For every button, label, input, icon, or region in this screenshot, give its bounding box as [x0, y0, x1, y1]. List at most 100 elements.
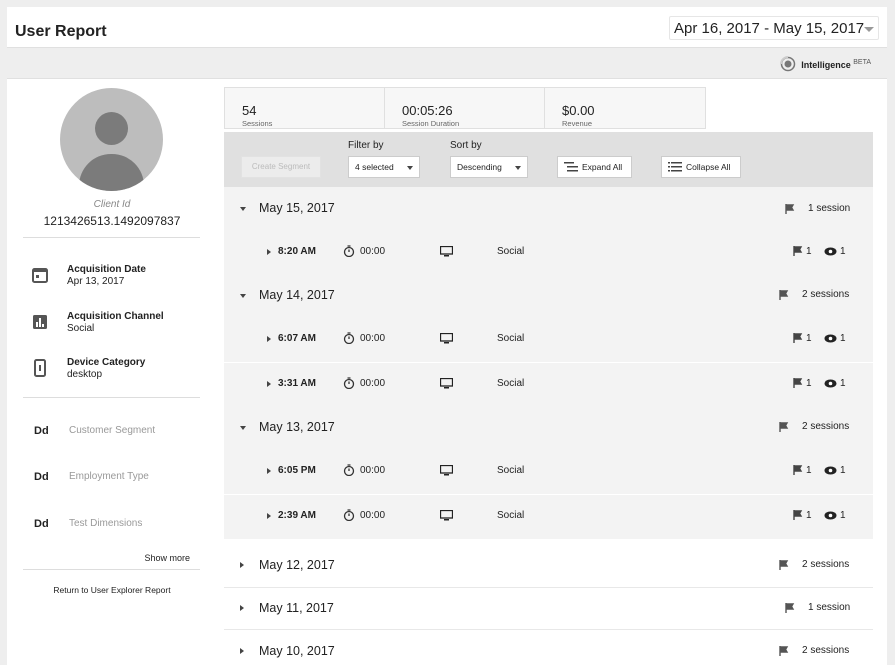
timer-icon [343, 509, 355, 521]
bar-chart-icon [33, 315, 47, 329]
expand-arrow-icon [267, 336, 271, 342]
pageview-count: 1 [840, 378, 846, 389]
session-count: 2 sessions [802, 645, 850, 656]
eye-icon [824, 466, 837, 475]
event-count: 1 [806, 378, 812, 389]
beta-badge: BETA [853, 58, 871, 66]
divider [23, 237, 200, 238]
return-to-user-explorer-link[interactable]: Return to User Explorer Report [7, 585, 217, 595]
day-header[interactable]: May 13, 2017 2 sessions [224, 407, 873, 450]
chevron-down-icon [864, 27, 874, 32]
stat-session-duration: 00:05:26 Session Duration [385, 88, 545, 128]
filter-value: 4 selected [355, 162, 394, 172]
desktop-icon [440, 378, 453, 389]
date-range-picker[interactable]: Apr 16, 2017 - May 15, 2017 [669, 16, 879, 40]
session-row[interactable]: 3:31 AM 00:00 Social 1 1 [224, 363, 873, 407]
day-header[interactable]: May 10, 2017 2 sessions [224, 629, 873, 665]
session-row[interactable]: 6:05 PM 00:00 Social 1 1 [224, 450, 873, 494]
dimension-label: Test Dimensions [69, 518, 143, 529]
device-category-value: desktop [67, 369, 103, 380]
expand-arrow-icon [267, 513, 271, 519]
flag-icon [779, 560, 789, 570]
day-date: May 10, 2017 [259, 644, 335, 658]
collapse-all-button[interactable]: Collapse All [661, 156, 741, 178]
session-row[interactable]: 8:20 AM 00:00 Social 1 1 [224, 231, 873, 275]
intelligence-bar: Intelligence BETA [7, 47, 887, 79]
day-header[interactable]: May 15, 2017 1 session [224, 187, 873, 231]
expand-all-button[interactable]: Expand All [557, 156, 632, 178]
collapse-arrow-icon [240, 294, 246, 298]
eye-icon [824, 379, 837, 388]
event-count: 1 [806, 465, 812, 476]
eye-icon [824, 334, 837, 343]
day-date: May 14, 2017 [259, 288, 335, 302]
expand-arrow-icon [240, 648, 244, 654]
stat-sessions: 54 Sessions [225, 88, 385, 128]
user-profile-panel: Client Id 1213426513.1492097837 Acquisit… [7, 80, 217, 665]
session-time: 6:07 AM [278, 333, 316, 344]
client-id-value: 1213426513.1492097837 [43, 214, 181, 228]
day-header[interactable]: May 11, 2017 1 session [224, 587, 873, 630]
flag-icon [793, 246, 803, 256]
session-count: 2 sessions [802, 559, 850, 570]
stat-value: 00:05:26 [402, 103, 453, 118]
list-icon [668, 162, 682, 172]
stat-value: $0.00 [562, 103, 595, 118]
timer-icon [343, 464, 355, 476]
event-count: 1 [806, 246, 812, 257]
intelligence-button[interactable]: Intelligence BETA [780, 56, 871, 72]
day-header[interactable]: May 14, 2017 2 sessions [224, 275, 873, 318]
stat-value: 54 [242, 103, 257, 118]
session-channel: Social [497, 510, 525, 521]
stat-label: Revenue [562, 119, 593, 128]
pageview-count: 1 [840, 465, 846, 476]
session-time: 3:31 AM [278, 378, 316, 389]
dimension-icon: Dd [34, 518, 49, 530]
session-panel: 54 Sessions 00:05:26 Session Duration $0… [224, 87, 873, 665]
session-duration: 00:00 [360, 333, 386, 344]
pageview-count: 1 [840, 510, 846, 521]
day-date: May 12, 2017 [259, 558, 335, 572]
session-duration: 00:00 [360, 378, 386, 389]
desktop-icon [440, 510, 453, 521]
day-header[interactable]: May 12, 2017 2 sessions [224, 544, 873, 587]
summary-stats: 54 Sessions 00:05:26 Session Duration $0… [224, 87, 706, 129]
flag-icon [793, 510, 803, 520]
expand-arrow-icon [267, 468, 271, 474]
expand-arrow-icon [267, 381, 271, 387]
session-count: 2 sessions [802, 421, 850, 432]
device-category-label: Device Category [67, 357, 146, 368]
flag-icon [793, 333, 803, 343]
sort-select[interactable]: Descending [450, 156, 528, 178]
eye-icon [824, 247, 837, 256]
sort-label: Sort by [450, 140, 482, 151]
session-time: 8:20 AM [278, 246, 316, 257]
flag-icon [793, 465, 803, 475]
flag-icon [785, 603, 795, 613]
intelligence-icon [780, 56, 796, 72]
sort-value: Descending [457, 162, 502, 172]
chevron-down-icon [515, 166, 521, 170]
session-row[interactable]: 6:07 AM 00:00 Social 1 1 [224, 318, 873, 362]
session-channel: Social [497, 246, 525, 257]
device-icon [34, 359, 46, 377]
session-channel: Social [497, 465, 525, 476]
session-count: 1 session [808, 203, 851, 214]
timer-icon [343, 245, 355, 257]
client-id-label: Client Id [93, 199, 131, 210]
filter-select[interactable]: 4 selected [348, 156, 420, 178]
collapse-all-label: Collapse All [686, 162, 731, 172]
create-segment-button[interactable]: Create Segment [241, 156, 321, 178]
dimension-icon: Dd [34, 425, 49, 437]
page-title: User Report [15, 23, 107, 40]
divider [23, 569, 200, 570]
chevron-down-icon [407, 166, 413, 170]
dimension-label: Customer Segment [69, 425, 156, 436]
stat-revenue: $0.00 Revenue [545, 88, 705, 128]
session-row[interactable]: 2:39 AM 00:00 Social 1 1 [224, 495, 873, 539]
desktop-icon [440, 333, 453, 344]
date-range-label: Apr 16, 2017 - May 15, 2017 [674, 20, 865, 37]
show-more-link[interactable]: Show more [144, 553, 190, 563]
acquisition-date-label: Acquisition Date [67, 264, 146, 275]
timer-icon [343, 377, 355, 389]
